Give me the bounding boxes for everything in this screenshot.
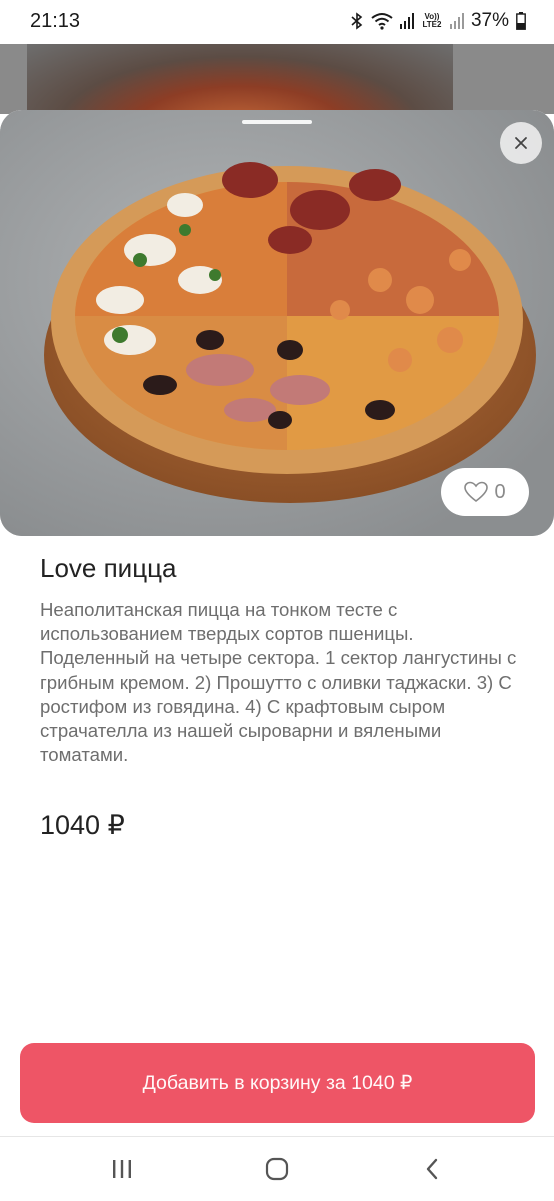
bluetooth-icon [350,12,364,30]
status-bar: 21:13 Vo)) LTE2 37% [0,0,554,44]
battery-percentage: 37% [470,10,509,31]
system-nav-bar [0,1136,554,1201]
back-icon [426,1158,438,1180]
back-button[interactable] [412,1149,452,1189]
add-to-cart-button[interactable]: Добавить в корзину за 1040 ₽ [20,1043,535,1123]
close-button[interactable] [500,122,542,164]
recent-apps-icon [113,1160,131,1178]
background-product-photo [27,44,453,114]
lte-indicator: Vo)) LTE2 [422,12,442,29]
signal-icon [449,13,464,29]
drag-handle[interactable] [242,120,312,124]
heart-icon [464,481,489,503]
add-to-cart-label: Добавить в корзину за 1040 ₽ [142,1072,413,1094]
product-price: 1040 ₽ [40,810,125,840]
signal-icon [399,13,414,29]
status-icons: Vo)) LTE2 37% [350,10,526,32]
product-title: Love пицца [40,553,177,583]
status-time: 21:13 [30,10,81,32]
like-count: 0 [494,480,506,503]
product-sheet: 0 Love пицца Неаполитанская пицца на тон… [0,110,554,1200]
pizza-photo: 0 [0,110,554,536]
close-icon [515,137,527,149]
home-button[interactable] [257,1149,297,1189]
home-icon [265,1157,289,1181]
favorite-button[interactable]: 0 [441,468,529,516]
product-description: Неаполитанская пицца на тонком тесте с и… [40,599,517,766]
battery-icon [516,12,526,30]
wifi-icon [371,12,393,30]
recent-apps-button[interactable] [102,1149,142,1189]
